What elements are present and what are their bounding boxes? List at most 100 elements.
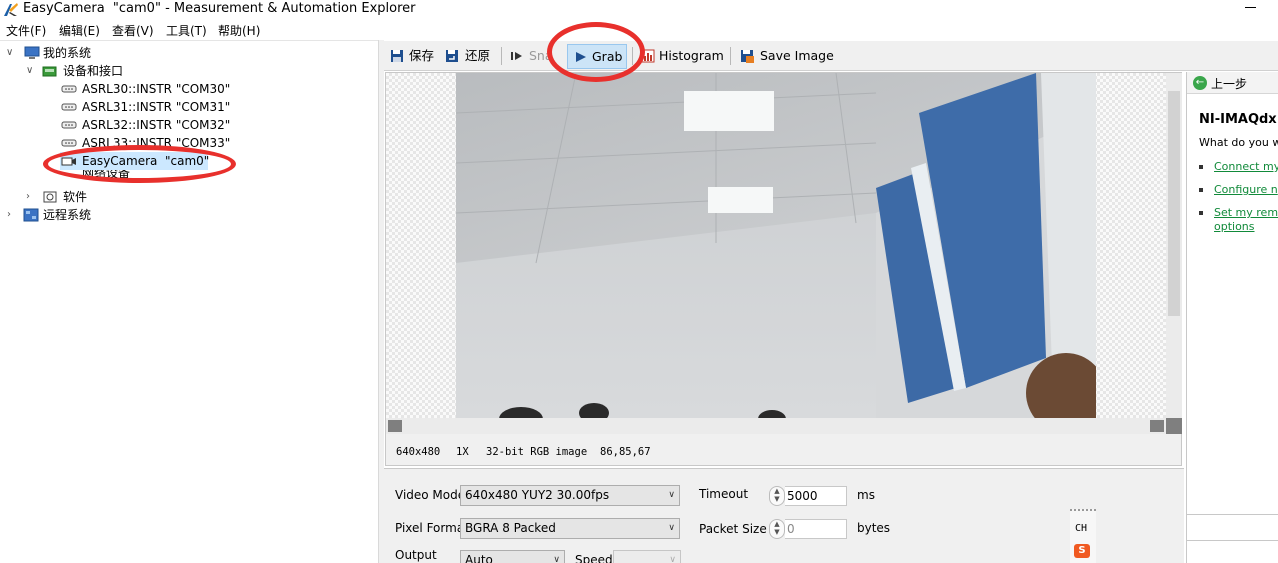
output-label: Output: [395, 548, 437, 562]
help-back-link[interactable]: 上一步: [1211, 75, 1247, 92]
bullet: [1199, 188, 1203, 192]
bullet: [1199, 165, 1203, 169]
timeout-unit: ms: [857, 488, 875, 502]
tree-item-port[interactable]: ASRL31::INSTR "COM31": [0, 98, 300, 116]
tree-item-software[interactable]: › 软件: [0, 188, 300, 206]
timeout-spinner[interactable]: ▲ ▼: [769, 486, 785, 506]
tree-item-label: 网络设备: [82, 170, 131, 180]
tree-item-label: ASRL31::INSTR "COM31": [82, 100, 231, 114]
save-icon: [391, 50, 403, 62]
back-arrow-icon[interactable]: ←: [1193, 76, 1207, 90]
sogou-ime-icon[interactable]: S: [1074, 544, 1090, 558]
output-select[interactable]: Auto ∨: [460, 550, 565, 563]
video-mode-label: Video Mode: [395, 488, 466, 502]
chevron-down-icon: ∨: [553, 555, 560, 563]
software-icon: [43, 191, 57, 203]
snap-icon: [511, 52, 522, 60]
menu-help[interactable]: 帮助(H): [218, 22, 260, 39]
tree-item-port[interactable]: ASRL33::INSTR "COM33": [0, 134, 300, 152]
bullet: [1199, 211, 1203, 215]
toolbar-separator: [501, 47, 502, 65]
camera-image: [456, 73, 1096, 419]
tree-item-devices[interactable]: ∨ 设备和接口: [0, 62, 300, 80]
packet-size-spinner[interactable]: ▲ ▼: [769, 519, 785, 539]
toolbar: 保存 还原 Snap Grab Histogram Save Image: [384, 41, 1278, 71]
tree-item-network[interactable]: 网络设备: [0, 170, 300, 182]
app-logo-icon: [4, 3, 18, 16]
play-icon: [576, 52, 586, 62]
menu-edit[interactable]: 编辑(E): [59, 22, 100, 39]
tree-item-port[interactable]: ASRL32::INSTR "COM32": [0, 116, 300, 134]
serial-port-icon: [61, 85, 77, 93]
revert-icon: [446, 50, 458, 62]
tree-item-remote[interactable]: › 远程系统: [0, 206, 300, 224]
chevron-right-icon[interactable]: ›: [7, 210, 17, 220]
histogram-icon: [641, 49, 655, 63]
title-bar: EasyCamera "cam0" - Measurement & Automa…: [0, 0, 1278, 19]
tree-item-label: ASRL33::INSTR "COM33": [82, 136, 231, 150]
speed-select[interactable]: ∨: [613, 550, 681, 563]
devices-icon: [42, 66, 57, 77]
help-title: NI-IMAQdx: [1199, 112, 1277, 127]
tree-item-label: 远程系统: [43, 208, 92, 222]
divider: [1187, 514, 1278, 515]
image-resolution: 640x480: [396, 446, 441, 458]
packet-size-label: Packet Size: [699, 522, 767, 536]
tree-item-my-system[interactable]: ∨ 我的系统: [0, 44, 300, 62]
ime-language-label[interactable]: CH: [1075, 523, 1087, 534]
save-image-button[interactable]: Save Image: [740, 45, 834, 67]
timeout-input[interactable]: 5000: [785, 486, 847, 506]
minimize-button[interactable]: [1244, 0, 1258, 14]
camera-icon: [61, 157, 76, 166]
packet-size-input[interactable]: 0: [785, 519, 847, 539]
pixel-value: 86,85,67: [600, 446, 651, 458]
chevron-down-icon: ∨: [668, 490, 675, 500]
image-viewer[interactable]: [385, 72, 1182, 434]
chevron-down-icon: ∨: [669, 555, 676, 563]
tree-item-label: 设备和接口: [63, 64, 124, 78]
serial-port-icon: [61, 139, 77, 147]
scroll-left-button[interactable]: [388, 420, 402, 432]
toolbar-separator: [632, 47, 633, 65]
menu-file[interactable]: 文件(F): [6, 22, 46, 39]
computer-icon: [24, 46, 40, 59]
grab-button[interactable]: Grab: [567, 44, 627, 69]
chevron-right-icon[interactable]: ›: [26, 192, 36, 202]
configuration-tree: ∨ 我的系统 ∨ 设备和接口 ASRL30::INSTR "COM30" ASR…: [0, 40, 378, 563]
menu-bar: 文件(F) 编辑(E) 查看(V) 工具(T) 帮助(H): [0, 19, 1278, 39]
save-image-icon: [741, 50, 754, 63]
chevron-down-icon: ∨: [668, 523, 675, 533]
menu-view[interactable]: 查看(V): [112, 22, 154, 39]
scroll-right-button[interactable]: [1150, 420, 1164, 432]
tree-item-label: ASRL30::INSTR "COM30": [82, 82, 231, 96]
window-title: EasyCamera "cam0" - Measurement & Automa…: [23, 1, 416, 16]
pixel-format-label: Pixel Format: [395, 521, 469, 535]
image-type: 32-bit RGB image: [486, 446, 588, 458]
chevron-down-icon[interactable]: ∨: [6, 48, 16, 58]
acquisition-settings: Video Mode 640x480 YUY2 30.00fps ∨ Pixel …: [384, 468, 1184, 563]
tree-item-port[interactable]: ASRL30::INSTR "COM30": [0, 80, 300, 98]
speed-label: Speed: [575, 553, 613, 563]
vertical-scrollbar[interactable]: [1166, 73, 1182, 419]
revert-button[interactable]: 还原: [445, 45, 495, 67]
toolbar-separator: [730, 47, 731, 65]
serial-port-icon: [61, 121, 77, 129]
save-button[interactable]: 保存: [390, 45, 438, 67]
horizontal-scrollbar[interactable]: [386, 418, 1166, 434]
help-question: What do you w: [1199, 136, 1278, 149]
tree-item-camera[interactable]: EasyCamera "cam0": [60, 152, 209, 170]
tree-item-label: ASRL32::INSTR "COM32": [82, 118, 231, 132]
video-mode-select[interactable]: 640x480 YUY2 30.00fps ∨: [460, 485, 680, 506]
chevron-down-icon[interactable]: ∨: [26, 66, 36, 76]
ime-toolbar[interactable]: CH S: [1070, 509, 1096, 563]
menu-tools[interactable]: 工具(T): [166, 22, 207, 39]
tree-item-label: 软件: [63, 190, 88, 204]
zoom-level: 1X: [456, 446, 469, 458]
packet-size-unit: bytes: [857, 521, 891, 535]
help-nav-bar: ← 上一步: [1187, 72, 1278, 94]
pixel-format-select[interactable]: BGRA 8 Packed ∨: [460, 518, 680, 539]
remote-systems-icon: [23, 208, 39, 222]
histogram-button[interactable]: Histogram: [641, 45, 724, 67]
snap-button[interactable]: Snap: [510, 45, 550, 67]
scrollbar-thumb[interactable]: [1168, 91, 1180, 316]
